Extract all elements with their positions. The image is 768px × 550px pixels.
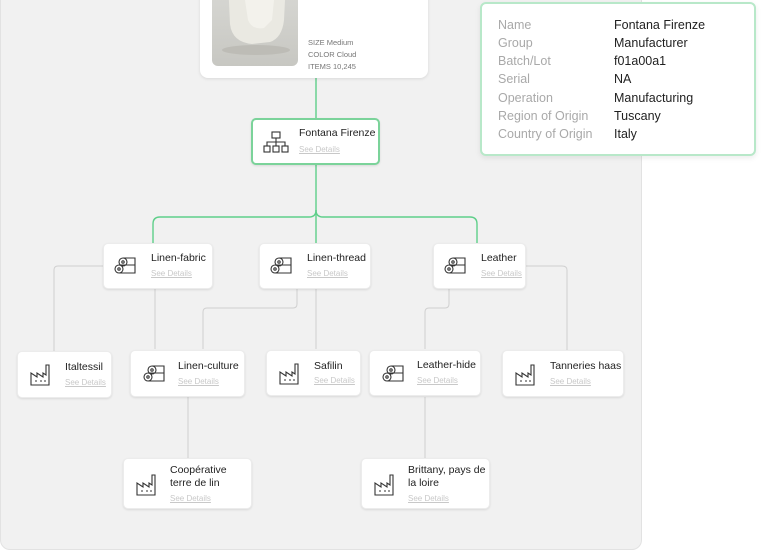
detail-label: Country of Origin <box>498 127 593 141</box>
detail-value: f01a00a1 <box>614 54 667 68</box>
see-details-link[interactable]: See Details <box>417 376 458 385</box>
factory-icon <box>136 474 158 501</box>
handbag-image <box>222 0 290 55</box>
product-items: ITEMS 10,245 <box>308 62 356 71</box>
factory-icon <box>374 474 396 501</box>
see-details-link[interactable]: See Details <box>307 269 348 278</box>
node-fontana-firenze[interactable]: Fontana Firenze See Details <box>251 118 380 165</box>
detail-value: Fontana Firenze <box>614 18 706 32</box>
node-title: Leather-hide <box>417 359 476 371</box>
detail-label: Name <box>498 18 532 32</box>
product-size: SIZE Medium <box>308 38 354 47</box>
detail-value: NA <box>614 72 632 86</box>
hierarchy-icon <box>263 131 289 158</box>
node-linen-culture[interactable]: Linen-culture See Details <box>130 350 245 397</box>
node-details-popup: Name Fontana Firenze Group Manufacturer … <box>480 2 756 156</box>
detail-label: Operation <box>498 91 553 105</box>
connector-root-leather <box>315 209 478 243</box>
connector-linen-thread-linen-culture <box>202 289 298 349</box>
node-title: Safilin <box>314 360 343 372</box>
connector-leather-tanneries <box>526 265 568 350</box>
node-title: Coopérative terre de lin <box>170 464 227 489</box>
node-title: Tanneries haas <box>550 360 622 372</box>
factory-icon <box>279 363 301 390</box>
node-title: Italtessil <box>65 361 103 373</box>
product-image <box>212 0 298 66</box>
node-title: Fontana Firenze <box>299 127 376 139</box>
factory-icon <box>515 364 537 391</box>
detail-value: Tuscany <box>614 109 661 123</box>
product-card[interactable]: SIZE Medium COLOR Cloud ITEMS 10,245 <box>200 0 428 78</box>
detail-value: Italy <box>614 127 637 141</box>
detail-value: Manufacturer <box>614 36 688 50</box>
see-details-link[interactable]: See Details <box>299 145 340 154</box>
node-cooperative-terre-de-lin[interactable]: Coopérative terre de lin See Details <box>123 458 252 509</box>
detail-label: Serial <box>498 72 530 86</box>
node-title: Linen-fabric <box>151 252 206 264</box>
connector-root-linen-fabric <box>152 164 317 243</box>
detail-label: Region of Origin <box>498 109 589 123</box>
node-title: Leather <box>481 252 517 264</box>
see-details-link[interactable]: See Details <box>408 494 449 503</box>
detail-label: Group <box>498 36 533 50</box>
fabric-rolls-icon <box>444 257 468 280</box>
node-brittany-pays-de-la-loire[interactable]: Brittany, pays de la loire See Details <box>361 458 490 509</box>
connector-leather-leather-hide <box>424 289 450 349</box>
node-safilin[interactable]: Safilin See Details <box>266 350 361 396</box>
see-details-link[interactable]: See Details <box>170 494 211 503</box>
see-details-link[interactable]: See Details <box>314 376 355 385</box>
node-tanneries-haas[interactable]: Tanneries haas See Details <box>502 350 624 397</box>
factory-icon <box>30 364 52 391</box>
node-leather[interactable]: Leather See Details <box>433 243 526 289</box>
node-leather-hide[interactable]: Leather-hide See Details <box>369 350 481 396</box>
node-italtessil[interactable]: Italtessil See Details <box>17 351 112 398</box>
see-details-link[interactable]: See Details <box>178 377 219 386</box>
node-title: Linen-culture <box>178 360 239 372</box>
node-linen-thread[interactable]: Linen-thread See Details <box>259 243 371 289</box>
fabric-rolls-icon <box>143 365 167 388</box>
see-details-link[interactable]: See Details <box>550 377 591 386</box>
node-title: Brittany, pays de la loire <box>408 464 486 489</box>
fabric-rolls-icon <box>114 257 138 280</box>
node-title: Linen-thread <box>307 252 366 264</box>
fabric-rolls-icon <box>270 257 294 280</box>
see-details-link[interactable]: See Details <box>65 378 106 387</box>
node-linen-fabric[interactable]: Linen-fabric See Details <box>103 243 213 289</box>
detail-value: Manufacturing <box>614 91 694 105</box>
fabric-rolls-icon <box>382 365 406 388</box>
connector-linen-fabric-italtessil <box>53 265 104 352</box>
see-details-link[interactable]: See Details <box>151 269 192 278</box>
detail-label: Batch/Lot <box>498 54 551 68</box>
product-color: COLOR Cloud <box>308 50 357 59</box>
see-details-link[interactable]: See Details <box>481 269 522 278</box>
